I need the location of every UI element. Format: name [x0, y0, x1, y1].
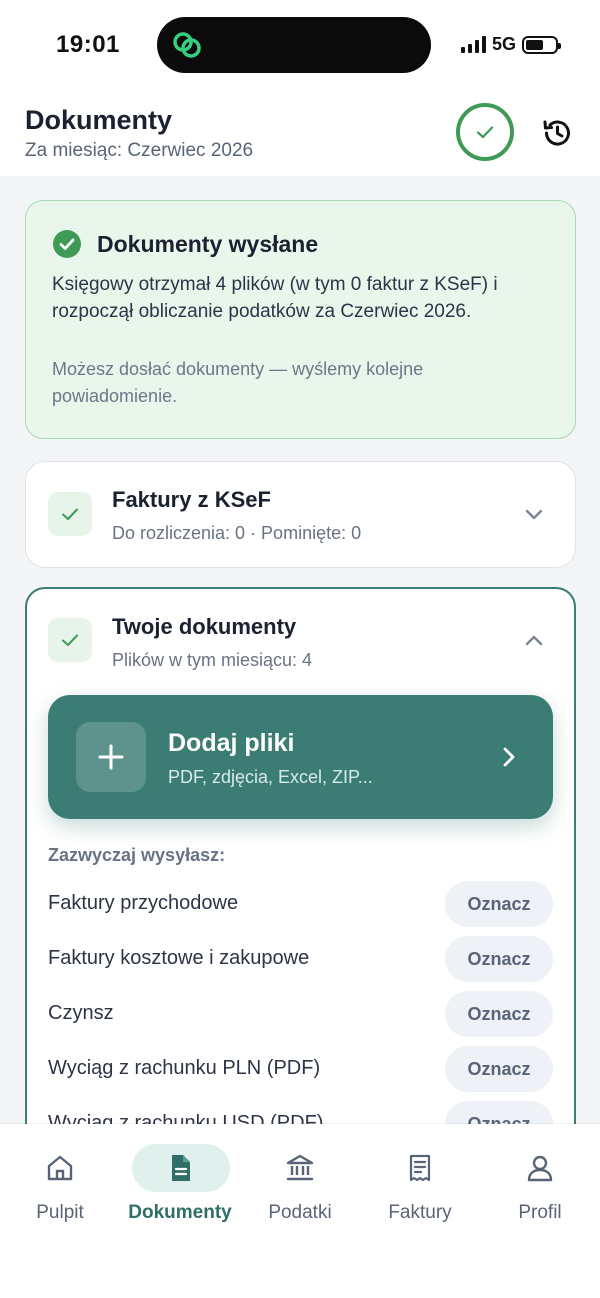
receipt-icon [409, 1154, 431, 1182]
page-header: Dokumenty Za miesiąc: Czerwiec 2026 [0, 90, 600, 176]
history-icon [543, 120, 570, 146]
sent-title-row: Dokumenty wysłane [53, 230, 318, 258]
content-scroll[interactable]: Dokumenty wysłane Księgowy otrzymał 4 pl… [0, 176, 600, 1124]
list-item: Wyciąg z rachunku USD (PDF) Oznacz [48, 1101, 553, 1124]
bottom-navigation: Pulpit Dokumenty Podatki Faktury Profil [0, 1124, 600, 1298]
mark-button[interactable]: Oznacz [445, 1101, 553, 1124]
chevron-up-icon[interactable] [522, 629, 546, 653]
usual-documents-label: Zazwyczaj wysyłasz: [48, 845, 226, 865]
history-button[interactable] [538, 114, 576, 152]
add-files-subtitle: PDF, zdjęcia, Excel, ZIP... [168, 767, 373, 787]
mark-button[interactable]: Oznacz [445, 936, 553, 982]
battery-icon [522, 35, 561, 54]
docs-status-box [48, 618, 92, 662]
plus-icon [76, 722, 146, 792]
sent-note: Możesz dosłać dokumenty — wyślemy kolejn… [52, 359, 424, 406]
docs-title: Twoje dokumenty [112, 614, 297, 639]
ksef-title: Faktury z KSeF [112, 487, 271, 512]
sent-title: Dokumenty wysłane [97, 230, 319, 257]
list-item: Faktury przychodowe Oznacz [48, 881, 553, 927]
document-icon [172, 1155, 190, 1181]
home-icon [47, 1155, 73, 1181]
mark-button[interactable]: Oznacz [445, 881, 553, 927]
page-title: Dokumenty [25, 105, 173, 135]
ksef-invoices-card[interactable]: Faktury z KSeF Do rozliczenia: 0 · Pomin… [25, 461, 576, 568]
check-icon [62, 634, 78, 646]
mark-button[interactable]: Oznacz [445, 1046, 553, 1092]
nav-item-podatki[interactable]: Podatki [240, 1144, 360, 1244]
chevron-down-icon[interactable] [522, 502, 546, 526]
list-item: Czynsz Oznacz [48, 991, 553, 1037]
nav-item-pulpit[interactable]: Pulpit [0, 1144, 120, 1244]
status-check-button[interactable] [456, 103, 514, 161]
page-subtitle: Za miesiąc: Czerwiec 2026 [25, 140, 254, 161]
document-type-label: Czynsz [48, 1002, 114, 1024]
list-item: Faktury kosztowe i zakupowe Oznacz [48, 936, 553, 982]
network-type: 5G [491, 34, 516, 54]
dynamic-island [157, 17, 431, 73]
add-files-button[interactable]: Dodaj pliki PDF, zdjęcia, Excel, ZIP... [48, 695, 553, 819]
nav-label: Pulpit [36, 1202, 84, 1223]
nav-label: Profil [518, 1202, 562, 1223]
sent-body: Księgowy otrzymał 4 plików (w tym 0 fakt… [52, 274, 498, 322]
signal-icon [460, 36, 486, 53]
nav-label: Dokumenty [128, 1202, 232, 1223]
add-files-title: Dodaj pliki [168, 729, 295, 757]
docs-subtitle: Plików w tym miesiącu: 4 [112, 650, 313, 670]
status-bar: 19:01 5G [0, 0, 600, 90]
check-icon [62, 508, 78, 520]
check-icon [476, 126, 494, 139]
nav-label: Podatki [268, 1202, 332, 1223]
nav-label: Faktury [388, 1202, 452, 1223]
check-circle-icon [53, 230, 81, 258]
documents-sent-banner: Dokumenty wysłane Księgowy otrzymał 4 pl… [25, 200, 576, 439]
document-type-label: Faktury przychodowe [48, 892, 239, 914]
chevron-right-icon [503, 747, 515, 767]
nav-item-faktury[interactable]: Faktury [360, 1144, 480, 1244]
nav-item-dokumenty[interactable]: Dokumenty [120, 1144, 240, 1244]
ksef-subtitle: Do rozliczenia: 0 · Pominięte: 0 [112, 523, 362, 543]
ksef-status-box [48, 492, 92, 536]
link-icon [173, 32, 201, 58]
status-indicators: 5G [460, 34, 561, 55]
document-type-label: Faktury kosztowe i zakupowe [48, 947, 310, 969]
list-item: Wyciąg z rachunku PLN (PDF) Oznacz [48, 1046, 553, 1092]
nav-item-profil[interactable]: Profil [480, 1144, 600, 1244]
mark-button[interactable]: Oznacz [445, 991, 553, 1037]
status-time: 19:01 [56, 31, 120, 58]
user-icon [527, 1155, 553, 1182]
document-type-label: Wyciąg z rachunku PLN (PDF) [48, 1057, 321, 1079]
document-type-label: Wyciąg z rachunku USD (PDF) [48, 1112, 324, 1124]
your-documents-card: Twoje dokumenty Plików w tym miesiącu: 4… [25, 587, 576, 1124]
bank-icon [286, 1154, 314, 1181]
